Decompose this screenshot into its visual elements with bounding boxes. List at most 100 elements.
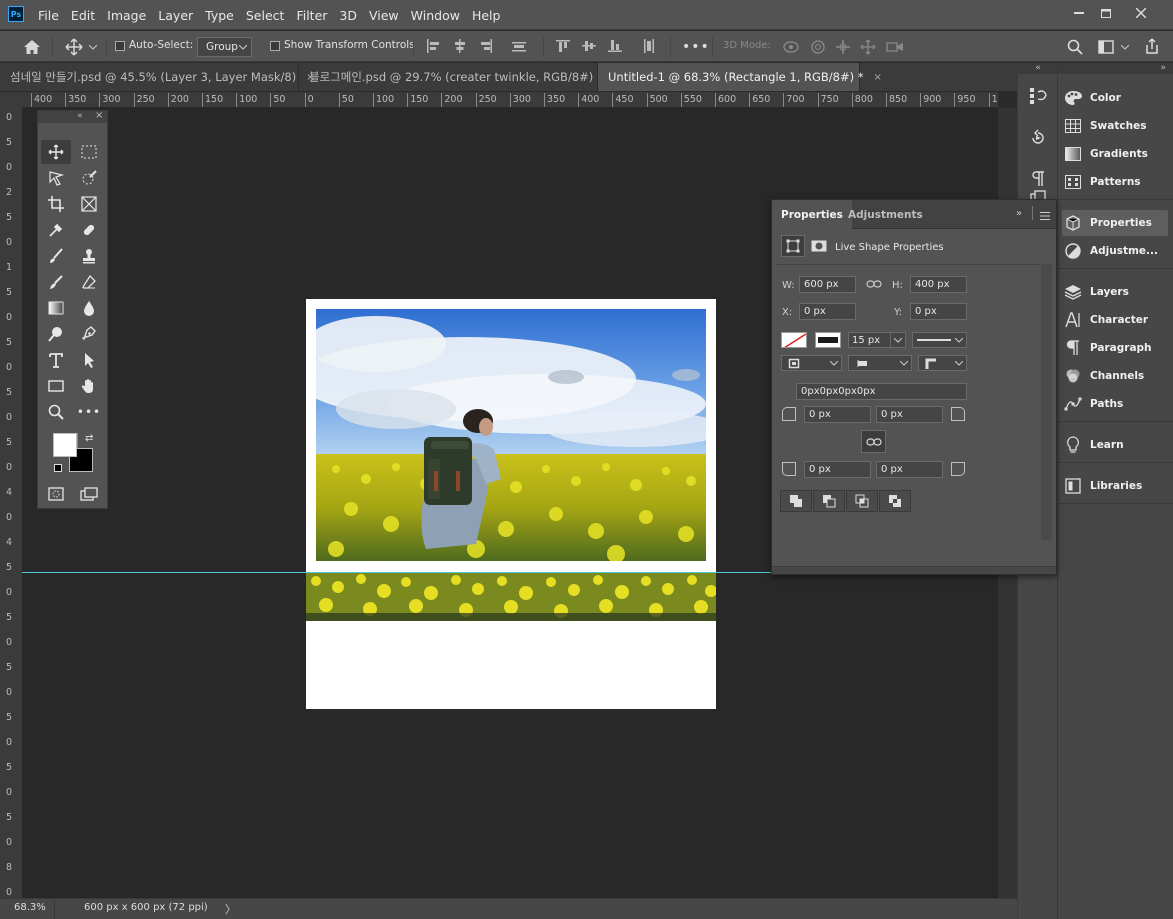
more-options-icon[interactable]: ••• [682,39,710,55]
maximize-icon[interactable] [1093,4,1119,22]
horizontal-guide-line[interactable] [22,572,772,573]
align-bottom-icon[interactable] [607,38,623,54]
align-top-icon[interactable] [555,38,571,54]
panel-swatches[interactable]: Swatches [1062,113,1168,139]
home-icon[interactable] [21,37,43,57]
more-tools-icon[interactable]: ••• [74,400,104,424]
toolbox-header[interactable]: « × [38,110,107,123]
path-exclude-icon[interactable] [879,490,911,512]
width-field[interactable]: 600 px [799,276,856,293]
foreground-color[interactable] [53,433,77,457]
menu-window[interactable]: Window [405,8,466,23]
default-colors-icon[interactable] [54,464,62,472]
vertical-ruler[interactable]: 0 5 0 2 5 0 1 5 0 5 0 5 0 5 0 4 0 4 5 0 5 0 5 0 5 0 5 0 5 0 8 0 [0,92,22,898]
quick-select-icon[interactable] [74,166,104,190]
menu-image[interactable]: Image [101,8,152,23]
lasso-tool-icon[interactable] [41,166,71,190]
menu-file[interactable]: File [32,8,65,23]
3d-pan-icon[interactable] [833,38,853,56]
type-tool-icon[interactable] [41,348,71,372]
auto-select-dropdown[interactable]: Group [197,37,252,57]
live-shape-transform-icon[interactable] [781,235,805,257]
rapeseed-field-strip[interactable] [306,573,716,621]
share-icon[interactable] [1141,36,1163,56]
marquee-tool-icon[interactable] [74,140,104,164]
3d-camera-icon[interactable] [884,38,906,56]
radius-all-field[interactable]: 0px0px0px0px [796,383,967,400]
stroke-corners-dropdown[interactable] [918,355,967,371]
chevron-down-icon[interactable] [1120,41,1130,53]
tab-adjustments[interactable]: Adjustments [839,200,932,229]
hand-tool-icon[interactable] [74,374,104,398]
close-icon[interactable] [1128,4,1154,22]
corner-tl-field[interactable]: 0 px [804,406,871,423]
properties-scrollbar[interactable] [1041,264,1052,540]
align-center-icon[interactable] [452,38,468,54]
3d-roll-icon[interactable] [808,38,828,56]
swap-colors-icon[interactable]: ⇄ [85,433,93,444]
blur-tool-icon[interactable] [74,296,104,320]
path-subtract-icon[interactable] [813,490,845,512]
show-transform-checkbox[interactable] [270,41,280,54]
3d-slide-icon[interactable] [858,38,878,56]
fill-none-swatch[interactable] [781,332,807,348]
eyedropper-icon[interactable] [41,218,71,242]
history-panel-icon[interactable] [1026,84,1050,108]
menu-layer[interactable]: Layer [152,8,199,23]
panel-color[interactable]: Color [1062,85,1168,111]
layer-mask-icon[interactable] [810,238,828,254]
menu-3d[interactable]: 3D [333,8,363,23]
panel-character[interactable]: Character [1062,307,1168,333]
corner-br-field[interactable]: 0 px [876,461,943,478]
panel-paths[interactable]: Paths [1062,391,1168,417]
stroke-align-dropdown[interactable] [781,355,842,371]
eraser-icon[interactable] [74,270,104,294]
x-position-field[interactable]: 0 px [799,303,856,320]
move-tool-icon[interactable] [41,140,71,164]
path-unite-icon[interactable] [780,490,812,512]
panel-resize-handle[interactable] [772,566,1056,574]
frame-tool-icon[interactable] [74,192,104,216]
menu-view[interactable]: View [363,8,405,23]
search-icon[interactable] [1064,37,1086,57]
expand-panel-icon[interactable]: » [1016,208,1022,219]
tab-close-icon[interactable]: × [874,72,882,83]
zoom-tool-icon[interactable] [41,400,71,424]
panel-libraries[interactable]: Libraries [1062,473,1168,499]
panel-patterns[interactable]: Patterns [1062,169,1168,195]
tab-untitled-1[interactable]: Untitled-1 @ 68.3% (Rectangle 1, RGB/8#)… [598,63,882,91]
panel-channels[interactable]: Channels [1062,363,1168,389]
chevron-down-icon[interactable] [88,41,98,53]
tab-blog-main-doc[interactable]: 블로그메인.psd @ 29.7% (creater twinkle, RGB/… [299,63,612,91]
stroke-color-swatch[interactable] [815,332,841,348]
align-middle-icon[interactable] [581,38,597,54]
panel-adjustments[interactable]: Adjustme... [1062,238,1168,264]
corner-bl-field[interactable]: 0 px [804,461,871,478]
screen-mode-icon[interactable] [74,482,104,506]
horizontal-ruler[interactable]: 400 350 300 250 200 150 100 50 0 50 100 150 200 250 30… [22,92,998,108]
actions-panel-icon[interactable] [1026,126,1050,150]
gradient-tool-icon[interactable] [41,296,71,320]
link-corners-icon[interactable] [861,430,886,453]
rectangle-tool-icon[interactable] [41,374,71,398]
crop-tool-icon[interactable] [41,192,71,216]
align-right-icon[interactable] [478,38,494,54]
panel-properties[interactable]: Properties [1062,210,1168,236]
healing-brush-icon[interactable] [74,218,104,242]
status-menu-arrow[interactable]: 〉 [225,901,236,917]
stroke-width-field[interactable]: 15 px [848,332,906,348]
rapeseed-field-photo[interactable] [316,309,706,561]
expand-dock-icon[interactable]: » [1058,63,1173,74]
auto-select-checkbox[interactable] [115,41,125,54]
move-tool-icon[interactable] [62,37,86,57]
menu-select[interactable]: Select [240,8,291,23]
workspace-icon[interactable] [1095,37,1117,57]
distribute-icon[interactable] [511,38,527,54]
distribute-vertical-icon[interactable] [641,38,657,54]
menu-type[interactable]: Type [199,8,240,23]
stroke-type-dropdown[interactable] [912,332,967,348]
height-field[interactable]: 400 px [910,276,967,293]
quick-mask-icon[interactable] [41,482,71,506]
menu-filter[interactable]: Filter [290,8,333,23]
minimize-icon[interactable] [1066,4,1092,22]
